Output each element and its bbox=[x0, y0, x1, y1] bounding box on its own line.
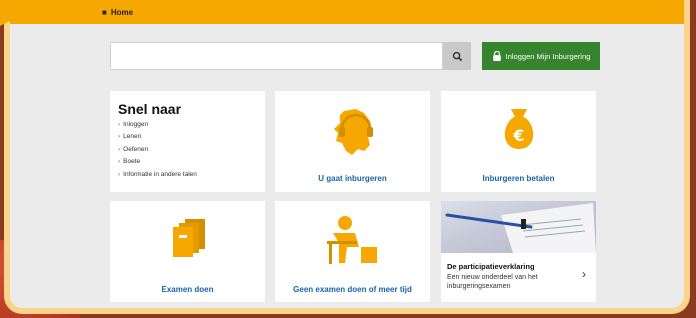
document-pen-illustration bbox=[445, 203, 596, 253]
search-button[interactable] bbox=[443, 42, 471, 70]
tile-inburgeren-betalen-label: Inburgeren betalen bbox=[482, 174, 555, 183]
person-at-desk-icon bbox=[327, 216, 377, 264]
books-icon bbox=[173, 219, 205, 257]
quick-link-oefenen[interactable]: › Oefenen bbox=[118, 144, 257, 156]
page-frame: ■ Home Inloggen Mijn Inburgering Snel na… bbox=[4, 0, 690, 314]
quick-link-andere-talen[interactable]: › Informatie in andere talen bbox=[118, 169, 257, 181]
chevron-right-icon: › bbox=[118, 145, 121, 153]
corner-decoration bbox=[0, 0, 52, 26]
tile-geen-examen-label: Geen examen doen of meer tijd bbox=[293, 285, 412, 294]
tile-geen-examen[interactable]: Geen examen doen of meer tijd bbox=[275, 201, 430, 302]
news-card-participatieverklaring[interactable]: De participatieverklaring Een nieuw onde… bbox=[441, 201, 596, 302]
chevron-right-icon: › bbox=[118, 170, 121, 178]
login-button[interactable]: Inloggen Mijn Inburgering bbox=[482, 42, 600, 70]
chevron-right-icon: › bbox=[118, 121, 121, 128]
quick-link-inloggen[interactable]: › Inloggen bbox=[118, 119, 257, 131]
login-button-label: Inloggen Mijn Inburgering bbox=[505, 51, 591, 61]
quick-link-lenen[interactable]: › Lenen bbox=[118, 131, 257, 143]
tile-examen-doen[interactable]: Examen doen bbox=[110, 201, 265, 302]
search-icon bbox=[452, 51, 462, 61]
chevron-right-icon: › bbox=[118, 158, 121, 166]
svg-text:€: € bbox=[512, 126, 524, 145]
news-title: De participatieverklaring bbox=[447, 262, 535, 271]
participatieverklaring-photo bbox=[441, 201, 596, 253]
tile-examen-doen-label: Examen doen bbox=[161, 285, 214, 294]
home-icon: ■ bbox=[102, 7, 107, 17]
tile-inburgeren-betalen[interactable]: € Inburgeren betalen bbox=[441, 91, 596, 192]
tile-u-gaat-inburgeren[interactable]: U gaat inburgeren bbox=[275, 91, 430, 192]
search-input[interactable] bbox=[110, 42, 443, 70]
quick-links-panel: Snel naar › Inloggen › Lenen › Oefenen › Boe… bbox=[110, 91, 265, 192]
chevron-right-icon: › bbox=[118, 133, 121, 141]
search-bar bbox=[110, 42, 471, 70]
tile-u-gaat-inburgeren-label: U gaat inburgeren bbox=[318, 174, 387, 183]
quick-links-title: Snel naar bbox=[118, 101, 182, 117]
quick-link-boete[interactable]: › Boete bbox=[118, 156, 257, 168]
breadcrumb-home[interactable]: Home bbox=[111, 8, 133, 17]
breadcrumb: ■ Home bbox=[10, 0, 684, 24]
money-bag-euro-icon: € bbox=[504, 109, 534, 149]
chevron-right-icon[interactable]: › bbox=[582, 267, 586, 281]
netherlands-map-headphones-icon bbox=[334, 109, 373, 155]
news-body: De participatieverklaring Een nieuw onde… bbox=[447, 262, 587, 291]
news-text: Een nieuw onderdeel van het inburgerings… bbox=[447, 274, 538, 290]
lock-icon bbox=[492, 51, 501, 61]
